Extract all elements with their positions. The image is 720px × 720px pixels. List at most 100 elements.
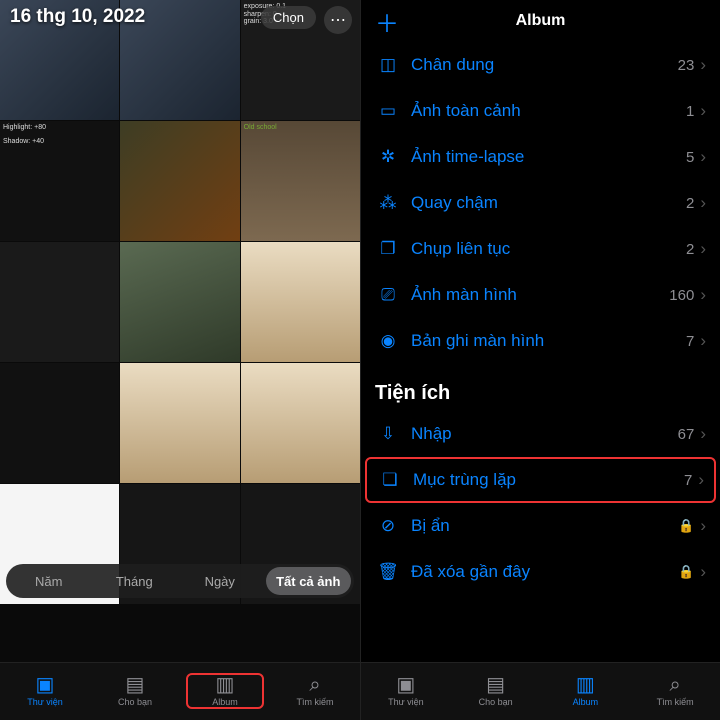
tabbar-left: ▣ Thư viện ▤ Cho bạn ▥ Album ⌕ Tìm kiếm <box>0 662 360 720</box>
photo-thumb[interactable] <box>241 363 360 483</box>
album-row[interactable]: ❏ Mục trùng lặp7 › <box>365 457 716 503</box>
row-label: Mục trùng lặp <box>413 470 684 490</box>
chevron-right-icon: › <box>700 516 706 536</box>
row-label: Bị ẩn <box>411 516 678 536</box>
new-album-button[interactable]: ＋ <box>375 4 399 39</box>
album-row[interactable]: ⎚ Ảnh màn hình160 › <box>361 272 720 318</box>
tab-library[interactable]: ▣ Thư viện <box>361 675 451 707</box>
photo-thumb[interactable] <box>0 363 119 483</box>
burst-icon: ❐ <box>375 239 401 259</box>
row-count: 160 <box>669 287 694 304</box>
search-icon: ⌕ <box>630 675 720 695</box>
row-label: Ảnh màn hình <box>411 285 669 305</box>
photo-grid[interactable]: exposure: 0.1sharpen: 0grain: 3.0 Highli… <box>0 0 360 662</box>
album-icon: ▥ <box>541 675 631 695</box>
screenshot-icon: ⎚ <box>375 285 401 305</box>
tab-label: Tìm kiếm <box>657 697 694 707</box>
chevron-right-icon: › <box>700 285 706 305</box>
photo-thumb[interactable] <box>241 242 360 362</box>
seg-year[interactable]: Năm <box>6 574 92 589</box>
chevron-right-icon: › <box>700 331 706 351</box>
row-count: 67 <box>678 426 695 443</box>
album-header: ＋ Album <box>361 0 720 42</box>
import-icon: ⇩ <box>375 424 401 444</box>
seg-day[interactable]: Ngày <box>177 574 263 589</box>
library-icon: ▣ <box>361 675 451 695</box>
chevron-right-icon: › <box>698 470 704 490</box>
album-pane: ＋ Album ◫ Chân dung23 › ▭ Ảnh toàn cảnh1 › ✲ Ản… <box>360 0 720 720</box>
foryou-icon: ▤ <box>451 675 541 695</box>
chevron-right-icon: › <box>700 562 706 582</box>
album-row[interactable]: 🗑Đã xóa gần đây🔒› <box>361 549 720 595</box>
photo-thumb[interactable] <box>120 363 239 483</box>
row-label: Quay chậm <box>411 193 686 213</box>
album-icon: ▥ <box>180 675 270 695</box>
hidden-icon: ⊘ <box>375 516 401 536</box>
panorama-icon: ▭ <box>375 101 401 121</box>
photo-thumb[interactable] <box>120 121 239 241</box>
album-row[interactable]: ◉ Bản ghi màn hình7 › <box>361 318 720 364</box>
row-count: 5 <box>686 149 694 166</box>
tab-foryou[interactable]: ▤ Cho bạn <box>90 675 180 707</box>
lock-icon: 🔒 <box>678 564 694 580</box>
album-row[interactable]: ✲ Ảnh time-lapse5 › <box>361 134 720 180</box>
portrait-icon: ◫ <box>375 55 401 75</box>
timelapse-icon: ✲ <box>375 147 401 167</box>
tab-label: Thư viện <box>27 697 63 707</box>
trash-icon: 🗑 <box>375 562 401 582</box>
duplicate-icon: ❏ <box>377 470 403 490</box>
chevron-right-icon: › <box>700 147 706 167</box>
row-label: Ảnh toàn cảnh <box>411 101 686 121</box>
tab-label: Thư viện <box>388 697 424 707</box>
tab-library[interactable]: ▣ Thư viện <box>0 675 90 707</box>
tab-search[interactable]: ⌕ Tìm kiếm <box>270 675 360 707</box>
row-count: 7 <box>684 472 692 489</box>
time-segment[interactable]: Năm Tháng Ngày Tất cả ảnh <box>6 564 354 598</box>
chevron-right-icon: › <box>700 424 706 444</box>
slomo-icon: ⁂ <box>375 193 401 213</box>
row-count: 2 <box>686 195 694 212</box>
photo-thumb[interactable] <box>120 242 239 362</box>
chevron-right-icon: › <box>700 193 706 213</box>
section-utilities: Tiện ích <box>361 364 720 411</box>
album-row[interactable]: ⊘ Bị ẩn🔒 › <box>361 503 720 549</box>
tab-album[interactable]: ▥ Album <box>180 675 270 707</box>
row-count: 23 <box>678 57 695 74</box>
album-row[interactable]: ❐Chụp liên tục2› <box>361 226 720 272</box>
search-icon: ⌕ <box>270 675 360 695</box>
photo-thumb[interactable] <box>0 242 119 362</box>
album-row[interactable]: ▭ Ảnh toàn cảnh1 › <box>361 88 720 134</box>
chevron-right-icon: › <box>700 101 706 121</box>
tab-search[interactable]: ⌕ Tìm kiếm <box>630 675 720 707</box>
select-button[interactable]: Chọn <box>261 6 316 29</box>
album-list[interactable]: ◫ Chân dung23 › ▭ Ảnh toàn cảnh1 › ✲ Ảnh time-l… <box>361 42 720 662</box>
album-row[interactable]: ◫ Chân dung23 › <box>361 42 720 88</box>
tab-label: Tìm kiếm <box>297 697 334 707</box>
seg-month[interactable]: Tháng <box>92 574 178 589</box>
date-badge: 16 thg 10, 2022 <box>10 6 145 28</box>
row-label: Chân dung <box>411 55 678 75</box>
album-row[interactable]: ⁂ Quay chậm2 › <box>361 180 720 226</box>
tab-album[interactable]: ▥ Album <box>541 675 631 707</box>
tab-label: Album <box>573 697 599 707</box>
screenrec-icon: ◉ <box>375 331 401 351</box>
library-pane: 16 thg 10, 2022 Chọn ⋯ exposure: 0.1shar… <box>0 0 360 720</box>
tab-foryou[interactable]: ▤ Cho bạn <box>451 675 541 707</box>
tabbar-right: ▣ Thư viện ▤ Cho bạn ▥ Album ⌕ Tìm kiếm <box>361 662 720 720</box>
row-label: Bản ghi màn hình <box>411 331 686 351</box>
header-title: Album <box>516 12 566 30</box>
photo-thumb[interactable]: Old school <box>241 121 360 241</box>
row-label: Nhập <box>411 424 678 444</box>
foryou-icon: ▤ <box>90 675 180 695</box>
album-row[interactable]: ⇩ Nhập67 › <box>361 411 720 457</box>
photo-grid-wrap: 16 thg 10, 2022 Chọn ⋯ exposure: 0.1shar… <box>0 0 360 662</box>
row-count: 7 <box>686 333 694 350</box>
lock-icon: 🔒 <box>678 518 694 534</box>
chevron-right-icon: › <box>700 55 706 75</box>
photo-thumb[interactable]: Highlight: +80Shadow: +40 <box>0 121 119 241</box>
seg-all[interactable]: Tất cả ảnh <box>266 567 352 595</box>
row-count: 1 <box>686 103 694 120</box>
row-label: Ảnh time-lapse <box>411 147 686 167</box>
more-button[interactable]: ⋯ <box>324 6 352 34</box>
chevron-right-icon: › <box>700 239 706 259</box>
